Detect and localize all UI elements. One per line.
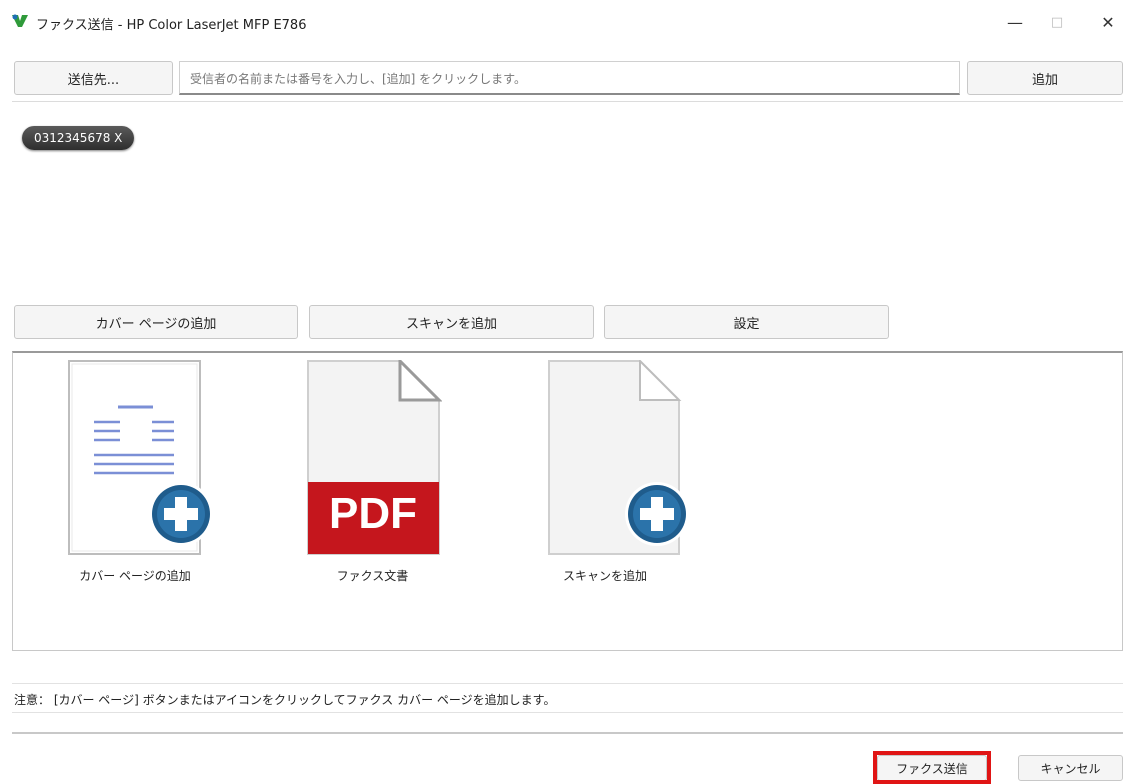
pdf-badge-text: PDF xyxy=(329,489,417,538)
fax-document-label: ファクス文書 xyxy=(336,569,409,583)
recipient-list xyxy=(12,101,1123,285)
send-to-button[interactable]: 送信先... xyxy=(14,61,173,95)
add-cover-page-button[interactable]: カバー ページの追加 xyxy=(14,305,298,339)
maximize-button[interactable]: □ xyxy=(1042,10,1072,36)
recipient-input[interactable]: 受信者の名前または番号を入力し、[追加] をクリックします。 xyxy=(179,61,960,95)
recipient-input-placeholder: 受信者の名前または番号を入力し、[追加] をクリックします。 xyxy=(190,72,526,86)
send-fax-highlight xyxy=(873,751,991,784)
pdf-document-icon[interactable]: PDF xyxy=(307,357,443,560)
cover-page-add-label: カバー ページの追加 xyxy=(79,569,191,583)
fax-app-icon xyxy=(12,14,28,27)
window-title: ファクス送信 - HP Color LaserJet MFP E786 xyxy=(36,18,307,33)
recipient-chip[interactable]: 0312345678 X xyxy=(22,126,135,150)
add-recipient-button[interactable]: 追加 xyxy=(967,61,1123,95)
scan-add-label: スキャンを追加 xyxy=(562,569,647,583)
scan-add-icon[interactable] xyxy=(548,358,698,560)
minimize-button[interactable]: — xyxy=(1000,10,1030,36)
cancel-button[interactable]: キャンセル xyxy=(1018,755,1123,781)
title-bar: ファクス送信 - HP Color LaserJet MFP E786 — □ … xyxy=(0,0,1123,46)
settings-button[interactable]: 設定 xyxy=(604,305,889,339)
note-text: 注意： [カバー ページ] ボタンまたはアイコンをクリックしてファクス カバー … xyxy=(14,693,556,707)
note-bar: 注意： [カバー ページ] ボタンまたはアイコンをクリックしてファクス カバー … xyxy=(12,683,1123,713)
cover-page-add-icon[interactable] xyxy=(68,360,213,560)
add-scan-button[interactable]: スキャンを追加 xyxy=(309,305,594,339)
close-button[interactable]: ✕ xyxy=(1093,10,1123,36)
divider xyxy=(12,732,1123,734)
